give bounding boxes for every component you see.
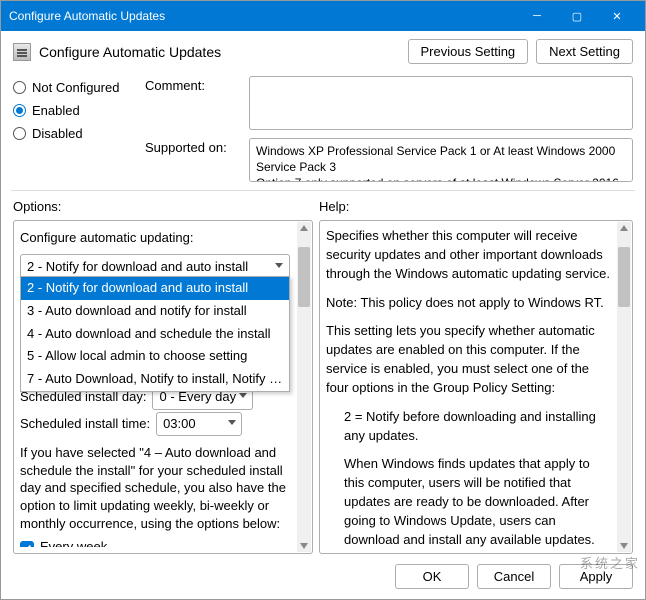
options-scrollbar[interactable] xyxy=(297,222,311,552)
supported-label: Supported on: xyxy=(145,138,237,155)
configure-updating-dropdown: 2 - Notify for download and auto install… xyxy=(20,276,290,392)
page-title: Configure Automatic Updates xyxy=(39,44,221,60)
help-text: This setting lets you specify whether au… xyxy=(326,322,610,397)
ok-button[interactable]: OK xyxy=(395,564,469,589)
radio-not-configured[interactable]: Not Configured xyxy=(13,80,133,95)
policy-editor-window: Configure Automatic Updates ─ ▢ ✕ Config… xyxy=(0,0,646,600)
help-text: Note: This policy does not apply to Wind… xyxy=(326,294,610,313)
policy-icon xyxy=(13,43,31,61)
subheader: Configure Automatic Updates Previous Set… xyxy=(1,31,645,72)
radio-label: Enabled xyxy=(32,103,80,118)
checkbox-checked-icon xyxy=(20,541,34,547)
panes: Configure automatic updating: 2 - Notify… xyxy=(1,218,645,556)
comment-textarea[interactable] xyxy=(249,76,633,130)
window-title: Configure Automatic Updates xyxy=(9,9,517,23)
minimize-button[interactable]: ─ xyxy=(517,1,557,31)
dropdown-item[interactable]: 4 - Auto download and schedule the insta… xyxy=(21,323,289,346)
every-week-checkbox-row[interactable]: Every week xyxy=(20,538,290,547)
help-text: When Windows finds updates that apply to… xyxy=(326,455,610,547)
apply-button[interactable]: Apply xyxy=(559,564,633,589)
state-radio-group: Not Configured Enabled Disabled xyxy=(13,76,133,141)
radio-disabled[interactable]: Disabled xyxy=(13,126,133,141)
titlebar[interactable]: Configure Automatic Updates ─ ▢ ✕ xyxy=(1,1,645,31)
maximize-button[interactable]: ▢ xyxy=(557,1,597,31)
top-section: Not Configured Enabled Disabled Comment:… xyxy=(1,72,645,186)
scheduled-time-select[interactable]: 03:00 xyxy=(156,412,242,437)
help-scrollbar[interactable] xyxy=(617,222,631,552)
dropdown-item[interactable]: 7 - Auto Download, Notify to install, No… xyxy=(21,368,289,391)
configure-updating-label: Configure automatic updating: xyxy=(20,229,290,248)
dialog-buttons: OK Cancel Apply xyxy=(1,556,645,599)
radio-enabled[interactable]: Enabled xyxy=(13,103,133,118)
comment-label: Comment: xyxy=(145,76,237,93)
configure-updating-combo[interactable]: 2 - Notify for download and auto install… xyxy=(20,254,290,281)
previous-setting-button[interactable]: Previous Setting xyxy=(408,39,529,64)
options-heading: Options: xyxy=(13,199,313,214)
every-week-label: Every week xyxy=(40,538,107,547)
dropdown-item[interactable]: 3 - Auto download and notify for install xyxy=(21,300,289,323)
help-text: Specifies whether this computer will rec… xyxy=(326,227,610,284)
options-pane: Configure automatic updating: 2 - Notify… xyxy=(13,220,313,554)
divider xyxy=(11,190,635,191)
dropdown-item[interactable]: 2 - Notify for download and auto install xyxy=(21,277,289,300)
next-setting-button[interactable]: Next Setting xyxy=(536,39,633,64)
cancel-button[interactable]: Cancel xyxy=(477,564,551,589)
help-pane: Specifies whether this computer will rec… xyxy=(319,220,633,554)
close-button[interactable]: ✕ xyxy=(597,1,637,31)
supported-on-text: Windows XP Professional Service Pack 1 o… xyxy=(249,138,633,182)
scheduled-time-label: Scheduled install time: xyxy=(20,415,150,434)
radio-icon xyxy=(13,104,26,117)
schedule-note: If you have selected "4 – Auto download … xyxy=(20,444,290,532)
radio-label: Disabled xyxy=(32,126,83,141)
help-text: 2 = Notify before downloading and instal… xyxy=(326,408,610,446)
radio-icon xyxy=(13,127,26,140)
radio-icon xyxy=(13,81,26,94)
help-heading: Help: xyxy=(319,199,633,214)
radio-label: Not Configured xyxy=(32,80,119,95)
panes-header: Options: Help: xyxy=(1,195,645,218)
dropdown-item[interactable]: 5 - Allow local admin to choose setting xyxy=(21,345,289,368)
